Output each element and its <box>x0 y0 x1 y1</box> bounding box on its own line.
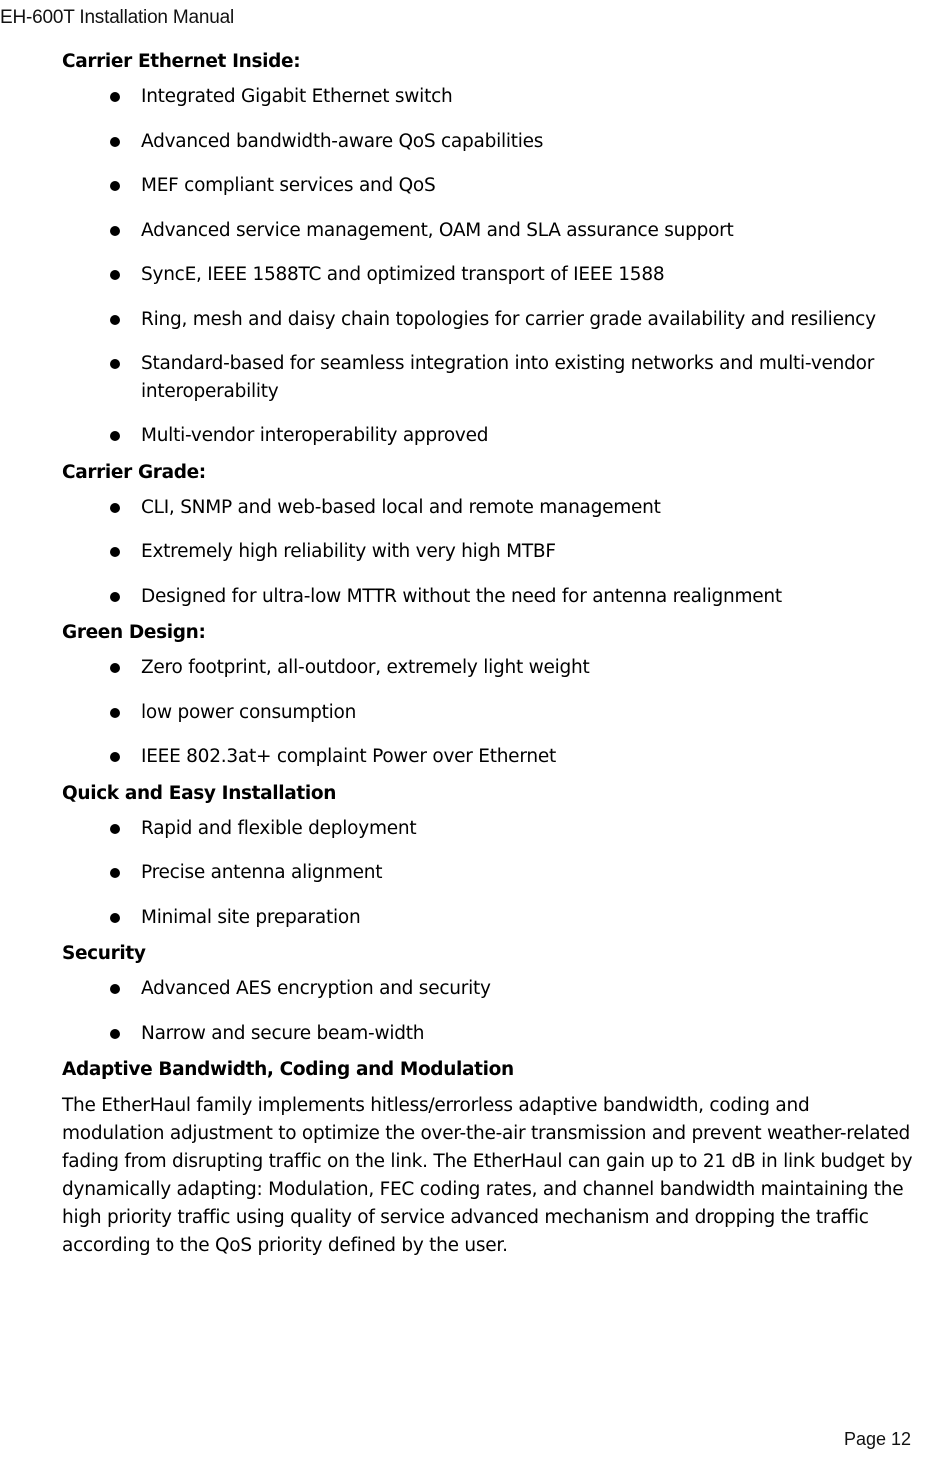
bullet-dot-icon <box>110 431 120 441</box>
section-heading: Carrier Ethernet Inside: <box>62 51 301 72</box>
bullet-item: SyncE, IEEE 1588TC and optimized transpo… <box>62 261 915 289</box>
bullet-dot-icon <box>110 270 120 280</box>
bullet-item: Integrated Gigabit Ethernet switch <box>62 83 915 111</box>
bullet-list: CLI, SNMP and web-based local and remote… <box>62 494 915 611</box>
bullet-item: Minimal site preparation <box>62 904 915 932</box>
bullet-dot-icon <box>110 502 120 513</box>
body-paragraph: The EtherHaul family implements hitless/… <box>62 1095 913 1256</box>
bullet-text: Ring, mesh and daisy chain topologies fo… <box>141 308 876 330</box>
section-heading: Quick and Easy Installation <box>62 782 337 804</box>
bullet-text: CLI, SNMP and web-based local and remote… <box>141 496 661 518</box>
document-page: EH-600T Installation Manual Carrier Ethe… <box>0 0 925 1464</box>
section-heading: Carrier Grade: <box>62 461 206 483</box>
section-heading: Adaptive Bandwidth, Coding and Modulatio… <box>62 1059 514 1080</box>
bullet-text: Multi-vendor interoperability approved <box>141 425 489 446</box>
bullet-list: Advanced AES encryption and security Narr… <box>62 975 915 1047</box>
bullet-list: Zero footprint, all-outdoor, extremely l… <box>62 654 915 771</box>
bullet-item: Multi-vendor interoperability approved <box>62 422 915 450</box>
bullet-dot-icon <box>110 823 120 834</box>
bullet-text: Advanced bandwidth-aware QoS capabilitie… <box>141 130 544 152</box>
bullet-item: Precise antenna alignment <box>62 859 915 887</box>
bullet-item: Advanced AES encryption and security <box>62 975 915 1003</box>
bullet-text: Standard-based for seamless integration … <box>141 353 875 402</box>
running-header-title: EH-600T Installation Manual <box>0 7 234 28</box>
bullet-text: Designed for ultra-low MTTR without the … <box>141 585 782 607</box>
bullet-text: MEF compliant services and QoS <box>141 175 436 196</box>
bullet-item: Designed for ultra-low MTTR without the … <box>62 583 915 611</box>
bullet-text: Precise antenna alignment <box>141 862 383 883</box>
bullet-dot-icon <box>110 547 120 557</box>
bullet-text: Narrow and secure beam-width <box>141 1022 425 1044</box>
bullet-dot-icon <box>110 707 120 718</box>
bullet-item: MEF compliant services and QoS <box>62 172 915 200</box>
bullet-list: Integrated Gigabit Ethernet switch Advanc… <box>62 83 915 450</box>
bullet-item: Ring, mesh and daisy chain topologies fo… <box>62 306 915 334</box>
bullet-dot-icon <box>110 663 120 673</box>
bullet-dot-icon <box>110 314 120 325</box>
bullet-item: Extremely high reliability with very hig… <box>62 538 915 566</box>
bullet-item: Advanced service management, OAM and SLA… <box>62 217 915 245</box>
bullet-text: low power consumption <box>141 701 357 723</box>
bullet-text: Extremely high reliability with very hig… <box>141 541 556 562</box>
bullet-text: Zero footprint, all-outdoor, extremely l… <box>141 657 590 678</box>
bullet-dot-icon <box>110 984 120 994</box>
bullet-dot-icon <box>110 1028 120 1039</box>
bullet-text: Advanced AES encryption and security <box>141 978 491 999</box>
bullet-text: Integrated Gigabit Ethernet switch <box>141 86 453 107</box>
page-number: Page 12 <box>843 1429 911 1449</box>
bullet-text: Minimal site preparation <box>141 906 361 928</box>
bullet-item: Advanced bandwidth-aware QoS capabilitie… <box>62 128 915 156</box>
document-body: Carrier Ethernet Inside: Integrated Gigab… <box>62 49 915 1260</box>
bullet-item: low power consumption <box>62 699 915 727</box>
bullet-text: Rapid and flexible deployment <box>141 817 417 839</box>
bullet-item: IEEE 802.3at+ complaint Power over Ether… <box>62 743 915 771</box>
bullet-text: IEEE 802.3at+ complaint Power over Ether… <box>141 746 556 767</box>
bullet-dot-icon <box>110 181 120 191</box>
section-heading: Green Design: <box>62 622 206 643</box>
bullet-dot-icon <box>110 591 120 602</box>
bullet-dot-icon <box>110 359 120 369</box>
bullet-dot-icon <box>110 225 120 236</box>
bullet-dot-icon <box>110 868 120 878</box>
bullet-list: Rapid and flexible deployment Precise ant… <box>62 815 915 932</box>
section-heading: Security <box>62 943 146 964</box>
bullet-text: SyncE, IEEE 1588TC and optimized transpo… <box>141 264 665 285</box>
bullet-item: Standard-based for seamless integration … <box>62 350 915 405</box>
bullet-item: CLI, SNMP and web-based local and remote… <box>62 494 915 522</box>
bullet-dot-icon <box>110 912 120 923</box>
bullet-dot-icon <box>110 136 120 147</box>
bullet-item: Narrow and secure beam-width <box>62 1020 915 1048</box>
bullet-dot-icon <box>110 92 120 102</box>
bullet-dot-icon <box>110 752 120 762</box>
bullet-item: Rapid and flexible deployment <box>62 815 915 843</box>
bullet-text: Advanced service management, OAM and SLA… <box>141 219 734 241</box>
bullet-item: Zero footprint, all-outdoor, extremely l… <box>62 654 915 682</box>
